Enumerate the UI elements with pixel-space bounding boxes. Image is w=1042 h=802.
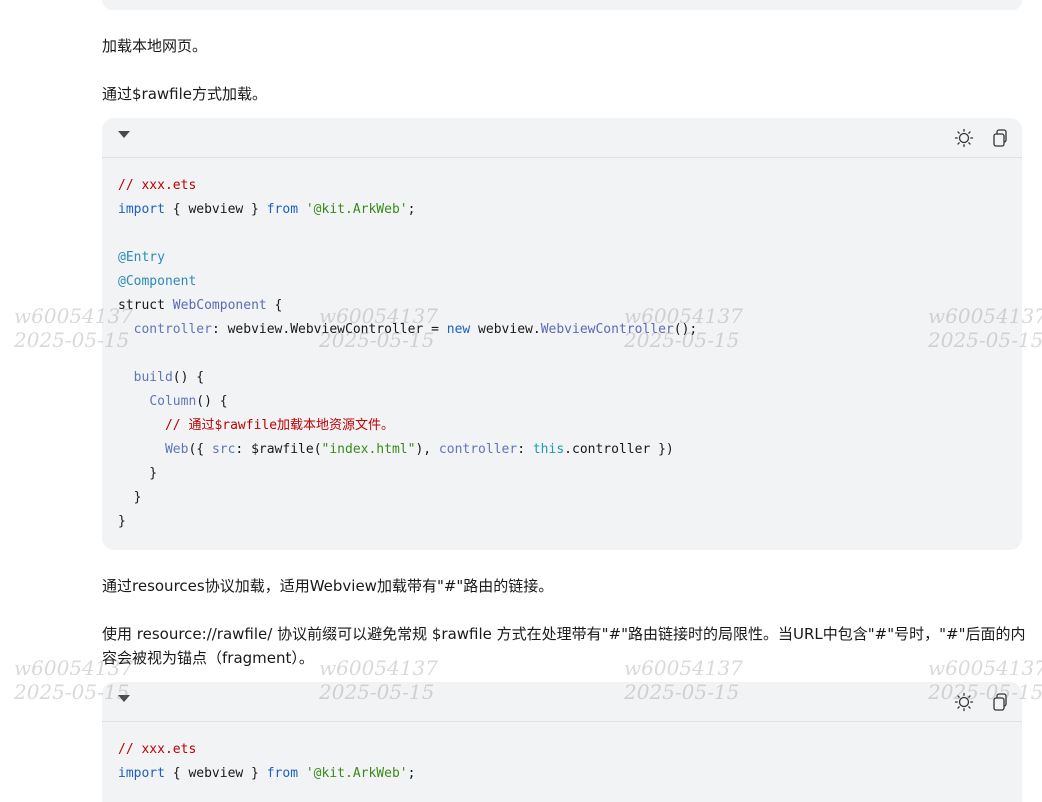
code-token: ; (407, 766, 416, 781)
code-line: controller: webview.WebviewController = … (118, 318, 1006, 342)
caret-down-icon[interactable] (118, 131, 130, 138)
code-block-resource: // xxx.ets import { webview } from '@kit.… (102, 682, 1022, 802)
code-line: } (118, 466, 158, 481)
code-line: // xxx.ets (118, 178, 197, 193)
code-token: controller (133, 322, 212, 337)
code-content: // xxx.ets import { webview } from '@kit.… (102, 722, 1022, 802)
code-line: @Entry (118, 250, 165, 265)
code-token: '@kit.ArkWeb' (305, 202, 408, 217)
code-line: // 通过$rawfile加载本地资源文件。 (118, 414, 1006, 438)
caret-down-icon[interactable] (118, 695, 130, 702)
code-token: src (211, 442, 236, 457)
code-line: @Component (118, 274, 197, 289)
code-line: import { webview } from '@kit.ArkWeb'; (118, 198, 1006, 222)
paragraph-resources: 通过resources协议加载，适用Webview加载带有"#"路由的链接。 (102, 577, 554, 595)
code-content: // xxx.ets import { webview } from '@kit.… (102, 158, 1022, 550)
code-token: import (118, 202, 165, 217)
code-token: "index.html" (321, 442, 416, 457)
code-block-rawfile: // xxx.ets import { webview } from '@kit.… (102, 118, 1022, 550)
sun-icon[interactable] (954, 128, 974, 148)
paragraph-rawfile: 通过$rawfile方式加载。 (102, 85, 268, 103)
code-line: Column() { (118, 390, 1006, 414)
code-token: ({ (188, 442, 212, 457)
copy-icon[interactable] (990, 128, 1010, 148)
code-block-header (102, 118, 1022, 158)
code-token: new (446, 322, 471, 337)
code-line: import { webview } from '@kit.ArkWeb'; (118, 762, 1006, 786)
code-token: { webview } (164, 766, 267, 781)
code-token: WebComponent (172, 298, 267, 313)
code-token: Column (149, 394, 197, 409)
code-token: '@kit.ArkWeb' (305, 766, 408, 781)
code-token: () { (172, 370, 205, 385)
code-token: // 通过$rawfile加载本地资源文件。 (164, 418, 395, 433)
code-token: WebviewController (540, 322, 674, 337)
code-token: webview. (470, 322, 541, 337)
code-token: .controller }) (564, 442, 674, 457)
code-token: : (517, 442, 533, 457)
code-token: () { (196, 394, 228, 409)
code-token: build (133, 370, 173, 385)
code-line: // xxx.ets (118, 742, 197, 757)
code-token: controller (438, 442, 518, 457)
code-token: : webview.WebviewController = (211, 322, 447, 337)
code-token: : $rawfile( (235, 442, 322, 457)
sun-icon[interactable] (954, 692, 974, 712)
code-token: from (266, 766, 299, 781)
code-token: { webview } (164, 202, 267, 217)
code-block-header (102, 682, 1022, 722)
paragraph-resource-prefix: 使用 resource://rawfile/ 协议前缀可以避免常规 $rawfi… (102, 625, 1026, 667)
code-token: Web (164, 442, 189, 457)
code-token: this (532, 442, 565, 457)
code-token: ; (407, 202, 416, 217)
code-line: struct WebComponent { (118, 294, 1006, 318)
code-token: import (118, 766, 165, 781)
copy-icon[interactable] (990, 692, 1010, 712)
code-token: (); (673, 322, 698, 337)
code-line: Web({ src: $rawfile("index.html"), contr… (118, 438, 1006, 462)
code-line: build() { (118, 366, 1006, 390)
code-token: ), (415, 442, 439, 457)
code-token: from (266, 202, 299, 217)
code-token: { (266, 298, 283, 313)
code-line: } (118, 490, 142, 505)
previous-code-block (102, 0, 1022, 10)
paragraph-load-local: 加载本地网页。 (102, 37, 208, 55)
code-line: } (118, 514, 126, 529)
code-token: struct (118, 298, 173, 313)
